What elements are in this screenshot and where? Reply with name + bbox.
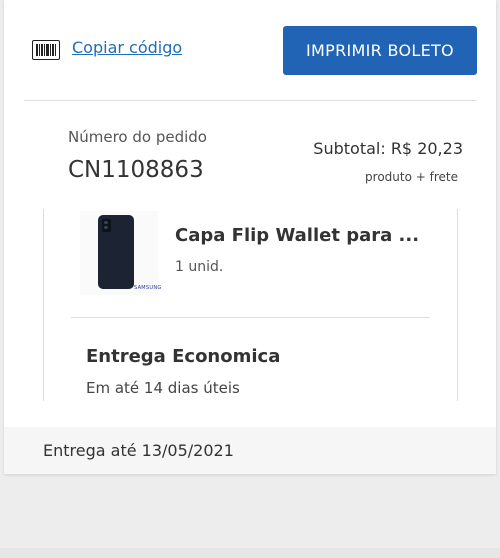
delivery-eta: Em até 14 dias úteis [86, 379, 240, 397]
bottom-strip [0, 548, 500, 558]
barcode-icon[interactable] [32, 40, 60, 60]
subtotal-value: Subtotal: R$ 20,23 [313, 139, 463, 158]
product-thumbnail[interactable]: SAMSUNG [80, 211, 161, 295]
phone-case-image [98, 215, 134, 289]
brand-logo: SAMSUNG [134, 285, 162, 291]
order-number: CN1108863 [68, 157, 204, 183]
camera-module [102, 219, 111, 232]
subtotal-note: produto + frete [365, 170, 458, 184]
copy-code-link[interactable]: Copiar código [72, 38, 182, 57]
order-number-label: Número do pedido [68, 128, 207, 146]
delivery-date: Entrega até 13/05/2021 [43, 441, 234, 460]
product-quantity: 1 unid. [175, 259, 224, 275]
header-divider [24, 100, 477, 101]
product-name[interactable]: Capa Flip Wallet para ... [175, 225, 419, 246]
delivery-method-title: Entrega Economica [86, 346, 281, 367]
item-divider [71, 317, 430, 318]
print-boleto-button[interactable]: IMPRIMIR BOLETO [283, 26, 477, 75]
